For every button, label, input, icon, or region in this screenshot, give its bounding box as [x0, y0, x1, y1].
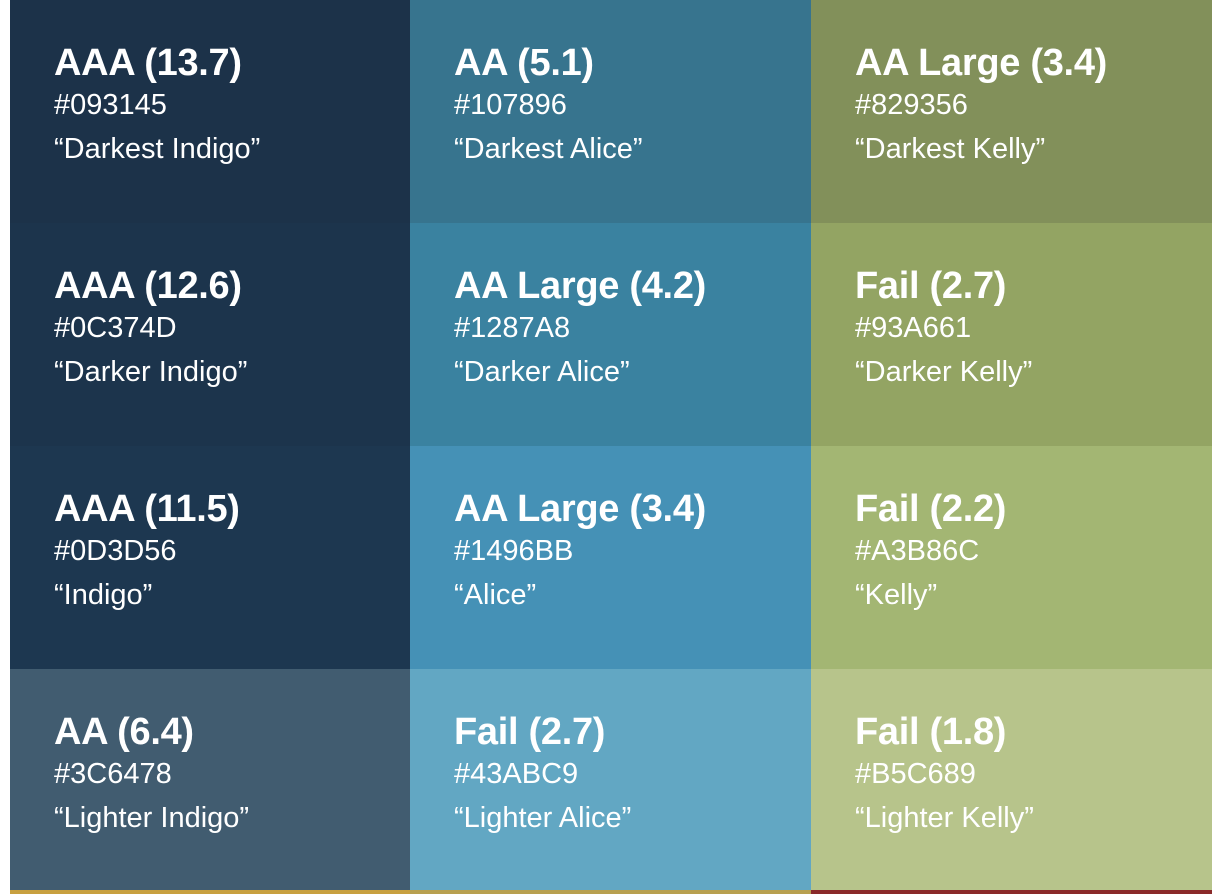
contrast-rating: AA Large (3.4) [454, 488, 707, 530]
contrast-rating: AAA (11.5) [54, 488, 240, 530]
strip-segment [10, 890, 410, 894]
contrast-rating: Fail (2.2) [855, 488, 1007, 530]
hex-code: #B5C689 [855, 758, 976, 790]
color-name: “Lighter Indigo” [54, 802, 250, 834]
contrast-rating: AA Large (3.4) [855, 42, 1108, 84]
color-name: “Lighter Alice” [454, 802, 632, 834]
hex-code: #1287A8 [454, 312, 571, 344]
swatch-darkest-indigo: AAA (13.7) #093145 “Darkest Indigo” [10, 0, 410, 223]
color-swatch-grid: AAA (13.7) #093145 “Darkest Indigo” AA (… [10, 0, 1212, 890]
swatch-kelly: Fail (2.2) #A3B86C “Kelly” [811, 446, 1212, 669]
contrast-rating: Fail (1.8) [855, 711, 1007, 753]
strip-segment [410, 890, 811, 894]
contrast-rating: Fail (2.7) [454, 711, 606, 753]
swatch-darker-kelly: Fail (2.7) #93A661 “Darker Kelly” [811, 223, 1212, 446]
contrast-rating: AAA (12.6) [54, 265, 242, 307]
hex-code: #A3B86C [855, 535, 980, 567]
contrast-rating: AA Large (4.2) [454, 265, 707, 307]
hex-code: #43ABC9 [454, 758, 579, 790]
hex-code: #107896 [454, 89, 567, 121]
color-name: “Darker Alice” [454, 356, 630, 388]
contrast-rating: AAA (13.7) [54, 42, 242, 84]
hex-code: #0C374D [54, 312, 177, 344]
swatch-indigo: AAA (11.5) #0D3D56 “Indigo” [10, 446, 410, 669]
hex-code: #829356 [855, 89, 968, 121]
color-name: “Darker Kelly” [855, 356, 1033, 388]
color-name: “Alice” [454, 579, 537, 611]
swatch-darkest-kelly: AA Large (3.4) #829356 “Darkest Kelly” [811, 0, 1212, 223]
color-name: “Indigo” [54, 579, 153, 611]
hex-code: #0D3D56 [54, 535, 177, 567]
swatch-lighter-alice: Fail (2.7) #43ABC9 “Lighter Alice” [410, 669, 811, 890]
swatch-lighter-indigo: AA (6.4) #3C6478 “Lighter Indigo” [10, 669, 410, 890]
color-name: “Darker Indigo” [54, 356, 248, 388]
hex-code: #3C6478 [54, 758, 172, 790]
swatch-darker-alice: AA Large (4.2) #1287A8 “Darker Alice” [410, 223, 811, 446]
contrast-rating: AA (5.1) [454, 42, 594, 84]
bottom-color-strip [10, 890, 1212, 894]
swatch-darker-indigo: AAA (12.6) #0C374D “Darker Indigo” [10, 223, 410, 446]
color-name: “Lighter Kelly” [855, 802, 1034, 834]
swatch-alice: AA Large (3.4) #1496BB “Alice” [410, 446, 811, 669]
hex-code: #1496BB [454, 535, 574, 567]
strip-segment [811, 890, 1212, 894]
hex-code: #093145 [54, 89, 167, 121]
color-name: “Darkest Kelly” [855, 133, 1046, 165]
color-name: “Darkest Alice” [454, 133, 643, 165]
color-name: “Darkest Indigo” [54, 133, 261, 165]
color-name: “Kelly” [855, 579, 938, 611]
contrast-rating: Fail (2.7) [855, 265, 1007, 307]
hex-code: #93A661 [855, 312, 972, 344]
swatch-darkest-alice: AA (5.1) #107896 “Darkest Alice” [410, 0, 811, 223]
contrast-rating: AA (6.4) [54, 711, 194, 753]
swatch-lighter-kelly: Fail (1.8) #B5C689 “Lighter Kelly” [811, 669, 1212, 890]
